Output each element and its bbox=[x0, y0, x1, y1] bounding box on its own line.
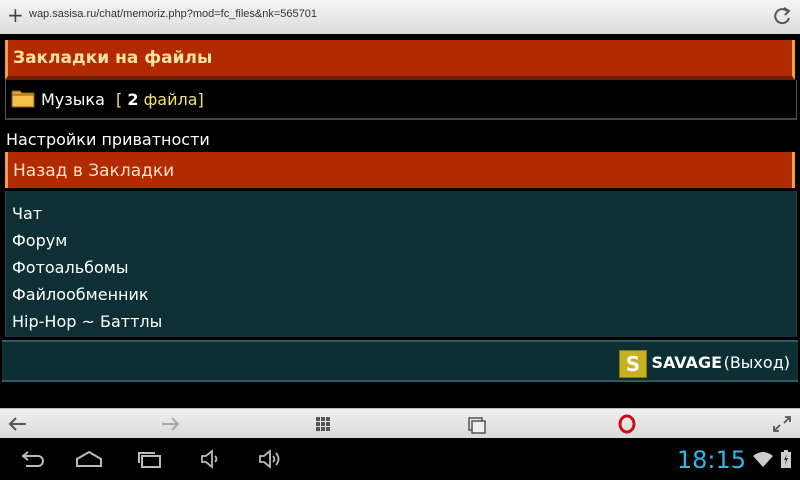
bookmarks-header: Закладки на файлы bbox=[5, 40, 795, 80]
user-bar: S SAVAGE (Выход) bbox=[2, 340, 798, 382]
folder-count-number: 2 bbox=[127, 90, 139, 109]
privacy-settings-link[interactable]: Настройки приватности bbox=[6, 130, 210, 149]
volume-down-icon[interactable] bbox=[196, 448, 228, 470]
back-arrow-icon[interactable] bbox=[6, 414, 30, 434]
folder-name[interactable]: Музыка bbox=[41, 90, 105, 109]
system-home-icon[interactable] bbox=[73, 448, 105, 470]
nav-link-file-exchange[interactable]: Файлообменник bbox=[12, 285, 149, 304]
battery-icon bbox=[781, 450, 791, 468]
folder-icon bbox=[11, 90, 35, 108]
new-tab-icon[interactable]: + bbox=[7, 4, 27, 26]
page-content: Закладки на файлы Музыка [ 2 файла] Наст… bbox=[0, 34, 800, 408]
browser-toolbar bbox=[0, 408, 800, 439]
opera-menu-icon[interactable] bbox=[615, 414, 639, 434]
nav-link-hiphop-battles[interactable]: Hip-Hop ~ Баттлы bbox=[12, 312, 162, 331]
system-recents-icon[interactable] bbox=[134, 448, 166, 470]
bookmarks-title: Закладки на файлы bbox=[13, 48, 213, 68]
logout-link[interactable]: (Выход) bbox=[724, 353, 790, 372]
back-to-bookmarks-link[interactable]: Назад в Закладки bbox=[5, 152, 795, 188]
address-bar[interactable]: + wap.sasisa.ru/chat/memoriz.php?mod=fc_… bbox=[0, 0, 800, 35]
url-field[interactable]: wap.sasisa.ru/chat/memoriz.php?mod=fc_fi… bbox=[29, 8, 317, 20]
nav-link-photoalbums[interactable]: Фотоальбомы bbox=[12, 258, 129, 277]
tabs-icon[interactable] bbox=[464, 414, 488, 434]
nav-link-forum[interactable]: Форум bbox=[12, 231, 67, 250]
system-back-icon[interactable] bbox=[16, 448, 48, 470]
speed-dial-grid-icon[interactable] bbox=[311, 414, 335, 434]
nav-links-panel: Чат Форум Фотоальбомы Файлообменник Hip-… bbox=[5, 191, 797, 337]
folder-row-music[interactable]: Музыка [ 2 файла] bbox=[5, 80, 797, 120]
forward-arrow-icon[interactable] bbox=[158, 414, 182, 434]
system-nav-bar: 18:15 bbox=[0, 438, 800, 480]
folder-file-count: [ 2 файла] bbox=[116, 90, 204, 109]
site-logo-icon: S bbox=[619, 350, 647, 378]
status-clock: 18:15 bbox=[676, 446, 746, 474]
nav-link-chat[interactable]: Чат bbox=[12, 204, 42, 223]
wifi-icon bbox=[753, 452, 773, 467]
volume-up-icon[interactable] bbox=[256, 448, 288, 470]
reload-icon[interactable] bbox=[772, 5, 792, 27]
back-link-label: Назад в Закладки bbox=[13, 161, 175, 181]
username-link[interactable]: SAVAGE bbox=[651, 353, 722, 372]
fullscreen-icon[interactable] bbox=[770, 414, 794, 434]
